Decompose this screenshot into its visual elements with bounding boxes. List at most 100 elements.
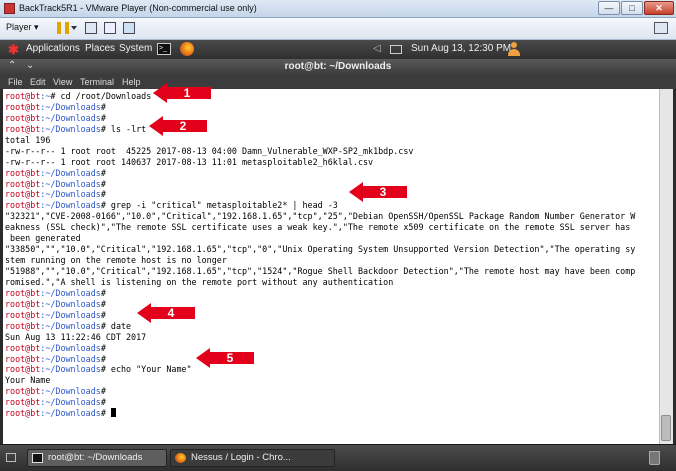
menu-edit[interactable]: Edit xyxy=(30,77,46,87)
prompt-user: root@bt xyxy=(5,189,41,200)
callout-number: 2 xyxy=(179,119,187,133)
terminal-prompt-line: root@bt:~/Downloads# xyxy=(5,354,657,365)
prompt-path: :~/Downloads xyxy=(40,408,101,419)
menu-places[interactable]: Places xyxy=(85,43,115,54)
show-desktop-icon[interactable] xyxy=(6,453,16,462)
user-icon[interactable] xyxy=(508,42,520,56)
terminal-launcher-icon[interactable]: >_ xyxy=(157,43,171,55)
terminal-output-line: Sun Aug 13 11:22:46 CDT 2017 xyxy=(5,331,147,342)
prompt-path: :~/Downloads xyxy=(40,101,101,112)
prompt-symbol: # xyxy=(100,353,111,364)
prompt-user: root@bt xyxy=(5,342,41,353)
command-text: date xyxy=(110,320,132,331)
prompt-path: :~/Downloads xyxy=(40,342,101,353)
maximize-button[interactable]: □ xyxy=(621,1,643,15)
terminal-output-line: total 196 xyxy=(5,134,51,145)
prompt-symbol: # xyxy=(100,342,111,353)
terminal-scrollbar[interactable] xyxy=(659,89,673,444)
prompt-user: root@bt xyxy=(5,298,41,309)
pause-icon[interactable] xyxy=(57,22,69,34)
vmware-toolbar: Player ▾ xyxy=(0,18,676,40)
trash-icon[interactable] xyxy=(649,451,660,465)
menu-system[interactable]: System xyxy=(119,43,152,54)
terminal-output-line: been generated xyxy=(5,233,81,244)
prompt-path: :~/Downloads xyxy=(40,112,101,123)
prompt-path: :~/Downloads xyxy=(40,353,101,364)
prompt-user: root@bt xyxy=(5,320,41,331)
firefox-icon[interactable] xyxy=(180,42,194,56)
vmware-app-icon xyxy=(4,3,15,14)
terminal-output-line: stem running on the remote host is no lo… xyxy=(5,255,227,266)
taskbar-browser-button[interactable]: Nessus / Login - Chro... xyxy=(170,449,335,467)
callout-arrow-2: 2 xyxy=(149,116,207,136)
menu-help[interactable]: Help xyxy=(122,77,141,87)
prompt-user: root@bt xyxy=(5,178,41,189)
prompt-symbol: # xyxy=(100,112,111,123)
unity-mode-icon[interactable] xyxy=(123,22,135,34)
removable-devices-icon[interactable] xyxy=(104,22,116,34)
prompt-path: :~/Downloads xyxy=(40,309,101,320)
volume-icon[interactable]: ◁ xyxy=(373,43,381,54)
terminal-output-line: -rw-r--r-- 1 root root 45225 2017-08-13 … xyxy=(5,145,414,156)
callout-arrow-3: 3 xyxy=(349,182,407,202)
terminal-prompt-line: root@bt:~/Downloads# echo "Your Name" xyxy=(5,364,657,375)
prompt-path: :~/Downloads xyxy=(40,123,101,134)
terminal-output[interactable]: root@bt:~# cd /root/Downloads root@bt:~/D… xyxy=(3,89,659,444)
vmware-window-title: BackTrack5R1 - VMware Player (Non-commer… xyxy=(19,3,257,13)
prompt-symbol: # xyxy=(100,397,111,408)
send-ctrl-alt-del-icon[interactable] xyxy=(85,22,97,34)
prompt-symbol: # xyxy=(50,91,61,101)
prompt-user: root@bt xyxy=(5,112,41,123)
prompt-symbol: # xyxy=(100,287,111,298)
menu-file[interactable]: File xyxy=(8,77,23,87)
terminal-prompt-line: root@bt:~/Downloads# xyxy=(5,408,657,419)
terminal-prompt-line: root@bt:~/Downloads# xyxy=(5,343,657,354)
terminal-output-line: "32321","CVE-2008-0166","10.0","Critical… xyxy=(5,211,636,222)
mail-icon[interactable] xyxy=(390,45,402,54)
prompt-symbol: # xyxy=(100,178,111,189)
command-text: echo "Your Name" xyxy=(110,364,192,375)
prompt-path: :~/Downloads xyxy=(40,364,101,375)
prompt-user: root@bt xyxy=(5,309,41,320)
prompt-path: :~/Downloads xyxy=(40,178,101,189)
callout-arrow-5: 5 xyxy=(196,348,254,368)
panel-clock[interactable]: Sun Aug 13, 12:30 PM xyxy=(411,43,511,54)
terminal-title-bar: ⌃ ⌄ root@bt: ~/Downloads xyxy=(0,59,676,75)
scrollbar-thumb[interactable] xyxy=(661,415,671,441)
menu-view[interactable]: View xyxy=(53,77,72,87)
taskbar-browser-label: Nessus / Login - Chro... xyxy=(191,452,291,463)
player-menu[interactable]: Player ▾ xyxy=(6,22,39,33)
prompt-symbol: # xyxy=(100,200,111,211)
terminal-prompt-line: root@bt:~/Downloads# xyxy=(5,113,657,124)
minimize-button[interactable]: — xyxy=(598,1,620,15)
prompt-symbol: # xyxy=(100,364,111,375)
callout-arrow-1: 1 xyxy=(153,83,211,103)
prompt-path: :~/Downloads xyxy=(40,189,101,200)
terminal-output-line: "51988","","10.0","Critical","192.168.1.… xyxy=(5,266,636,276)
terminal-output-line: romised.","A shell is listening on the r… xyxy=(5,276,394,287)
terminal-prompt-line: root@bt:~/Downloads# xyxy=(5,299,657,310)
command-text: grep -i "critical" metasploitable2* | he… xyxy=(110,200,338,211)
command-text: ls -lrt xyxy=(110,123,147,134)
prompt-symbol: # xyxy=(100,309,111,320)
prompt-symbol: # xyxy=(100,298,111,309)
close-button[interactable]: ✕ xyxy=(644,1,674,15)
backtrack-dragon-icon[interactable]: ✱ xyxy=(8,43,21,56)
terminal-output-line: eakness (SSL check)","The remote SSL cer… xyxy=(5,222,631,233)
menu-terminal[interactable]: Terminal xyxy=(80,77,114,87)
prompt-symbol: # xyxy=(100,408,111,419)
vmware-settings-icon[interactable] xyxy=(654,22,668,34)
text-cursor xyxy=(110,408,116,418)
prompt-path: :~/Downloads xyxy=(40,298,101,309)
menu-applications[interactable]: Applications xyxy=(26,43,80,54)
taskbar-terminal-button[interactable]: root@bt: ~/Downloads xyxy=(27,449,167,467)
terminal-prompt-line: root@bt:~/Downloads# xyxy=(5,310,657,321)
terminal-output-line: -rw-r--r-- 1 root root 140637 2017-08-13… xyxy=(5,156,374,167)
prompt-user: root@bt xyxy=(5,167,41,178)
pause-dropdown-icon[interactable] xyxy=(71,26,77,30)
terminal-output-line: "33850","","10.0","Critical","192.168.1.… xyxy=(5,244,636,255)
terminal-prompt-line: root@bt:~/Downloads# xyxy=(5,397,657,408)
terminal-prompt-line: root@bt:~/Downloads# date xyxy=(5,321,657,332)
prompt-symbol: # xyxy=(100,101,111,112)
callout-number: 5 xyxy=(226,351,234,365)
